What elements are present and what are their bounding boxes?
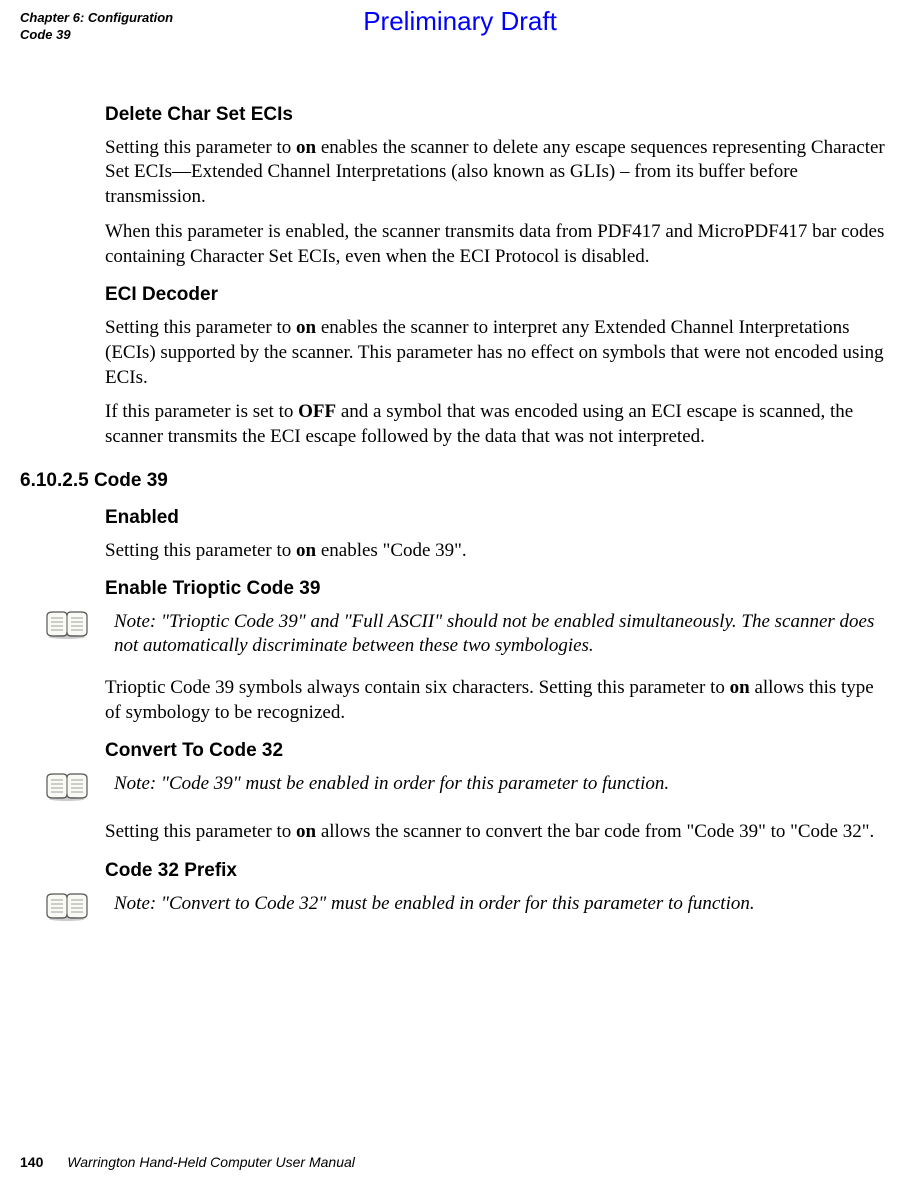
- paragraph: Setting this parameter to on allows the …: [105, 820, 890, 845]
- book-icon: [45, 892, 89, 922]
- page-footer: 140 Warrington Hand-Held Computer User M…: [20, 1154, 355, 1170]
- heading-trioptic: Enable Trioptic Code 39: [105, 578, 890, 600]
- note-block: Note: "Trioptic Code 39" and "Full ASCII…: [45, 610, 890, 658]
- note-block: Note: "Code 39" must be enabled in order…: [45, 772, 890, 802]
- heading-delete-char-set: Delete Char Set ECIs: [105, 104, 890, 126]
- heading-enabled: Enabled: [105, 507, 890, 529]
- heading-convert-32: Convert To Code 32: [105, 740, 890, 762]
- paragraph: Setting this parameter to on enables the…: [105, 316, 890, 390]
- manual-title: Warrington Hand-Held Computer User Manua…: [67, 1154, 355, 1170]
- book-icon: [45, 610, 89, 640]
- paragraph: Setting this parameter to on enables "Co…: [105, 539, 890, 564]
- page-number: 140: [20, 1154, 43, 1170]
- book-icon: [45, 772, 89, 802]
- paragraph: When this parameter is enabled, the scan…: [105, 220, 890, 269]
- heading-eci-decoder: ECI Decoder: [105, 284, 890, 306]
- note-text: Note: "Code 39" must be enabled in order…: [109, 772, 669, 796]
- heading-code32-prefix: Code 32 Prefix: [105, 860, 890, 882]
- page-content: Delete Char Set ECIs Setting this parame…: [20, 104, 900, 922]
- paragraph: If this parameter is set to OFF and a sy…: [105, 400, 890, 449]
- paragraph: Setting this parameter to on enables the…: [105, 136, 890, 210]
- note-text: Note: "Convert to Code 32" must be enabl…: [109, 892, 755, 916]
- watermark-text: Preliminary Draft: [363, 6, 557, 37]
- note-block: Note: "Convert to Code 32" must be enabl…: [45, 892, 890, 922]
- chapter-label: Chapter 6: Configuration: [20, 10, 173, 27]
- section-label: Code 39: [20, 27, 173, 44]
- paragraph: Trioptic Code 39 symbols always contain …: [105, 676, 890, 725]
- page-header: Chapter 6: Configuration Code 39 Prelimi…: [20, 10, 900, 44]
- section-number-code39: 6.10.2.5 Code 39: [20, 470, 890, 492]
- header-left: Chapter 6: Configuration Code 39: [20, 10, 173, 44]
- note-text: Note: "Trioptic Code 39" and "Full ASCII…: [109, 610, 890, 658]
